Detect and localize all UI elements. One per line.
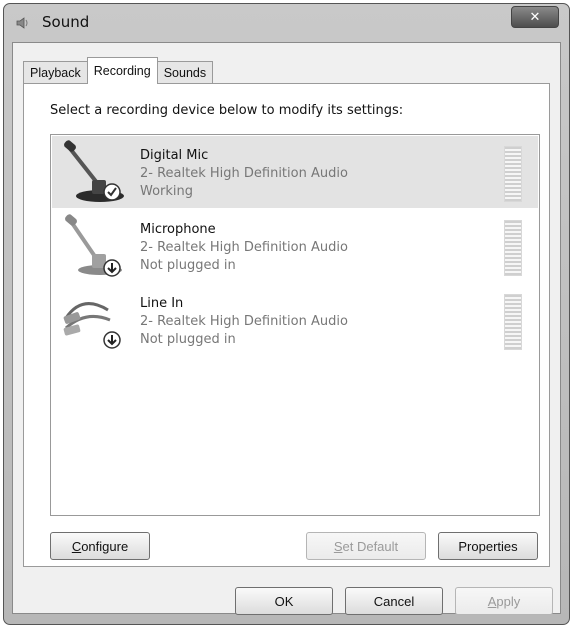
cancel-button[interactable]: Cancel: [345, 587, 443, 615]
ok-label: OK: [274, 593, 294, 609]
device-status: Working: [140, 184, 194, 199]
tab-strip: Playback Recording Sounds: [23, 57, 214, 84]
microphone-icon: [65, 214, 122, 277]
device-driver: 2- Realtek High Definition Audio: [140, 314, 348, 329]
apply-label: pply: [496, 593, 521, 609]
level-meter: [504, 146, 522, 202]
speaker-icon: [16, 17, 28, 29]
tab-recording[interactable]: Recording: [86, 57, 158, 84]
set-default-mnemonic: S: [333, 538, 343, 554]
properties-button[interactable]: Properties: [438, 532, 538, 560]
properties-label: Properties: [458, 538, 518, 554]
level-meter: [504, 294, 522, 350]
device-status: Not plugged in: [140, 332, 236, 347]
device-item-digital-mic[interactable]: Digital Mic 2- Realtek High Definition A…: [52, 136, 538, 208]
level-meter: [504, 220, 522, 276]
title-bar[interactable]: Sound ✕: [4, 4, 569, 40]
device-item-microphone[interactable]: Microphone 2- Realtek High Definition Au…: [52, 210, 538, 282]
sound-dialog: Sound ✕ Playback Recording Sounds Select…: [3, 3, 570, 625]
set-default-button[interactable]: Set Default: [306, 532, 426, 560]
device-list[interactable]: Digital Mic 2- Realtek High Definition A…: [50, 134, 540, 516]
close-button[interactable]: ✕: [511, 6, 559, 28]
device-status: Not plugged in: [140, 258, 236, 273]
configure-mnemonic: C: [71, 538, 82, 554]
tab-playback[interactable]: Playback: [23, 61, 88, 84]
set-default-label: et Default: [342, 538, 399, 554]
cable-icon: [63, 302, 121, 349]
ok-button[interactable]: OK: [235, 587, 333, 615]
cancel-label: Cancel: [373, 593, 415, 609]
recording-tab-panel: Select a recording device below to modif…: [23, 83, 550, 567]
apply-button[interactable]: Apply: [455, 587, 553, 615]
device-name: Line In: [140, 296, 184, 311]
configure-button[interactable]: Configure: [50, 532, 150, 560]
tab-sounds[interactable]: Sounds: [156, 61, 214, 84]
configure-label: onfigure: [81, 538, 129, 554]
close-icon: ✕: [529, 9, 541, 25]
apply-mnemonic: A: [487, 593, 497, 609]
device-driver: 2- Realtek High Definition Audio: [140, 166, 348, 181]
window-title: Sound: [42, 13, 90, 31]
microphone-icon: [64, 140, 124, 202]
device-name: Digital Mic: [140, 148, 209, 163]
dialog-client-area: Playback Recording Sounds Select a recor…: [12, 42, 561, 615]
device-driver: 2- Realtek High Definition Audio: [140, 240, 348, 255]
device-name: Microphone: [140, 222, 216, 237]
device-item-line-in[interactable]: Line In 2- Realtek High Definition Audio…: [52, 284, 538, 356]
instruction-text: Select a recording device below to modif…: [50, 103, 404, 118]
